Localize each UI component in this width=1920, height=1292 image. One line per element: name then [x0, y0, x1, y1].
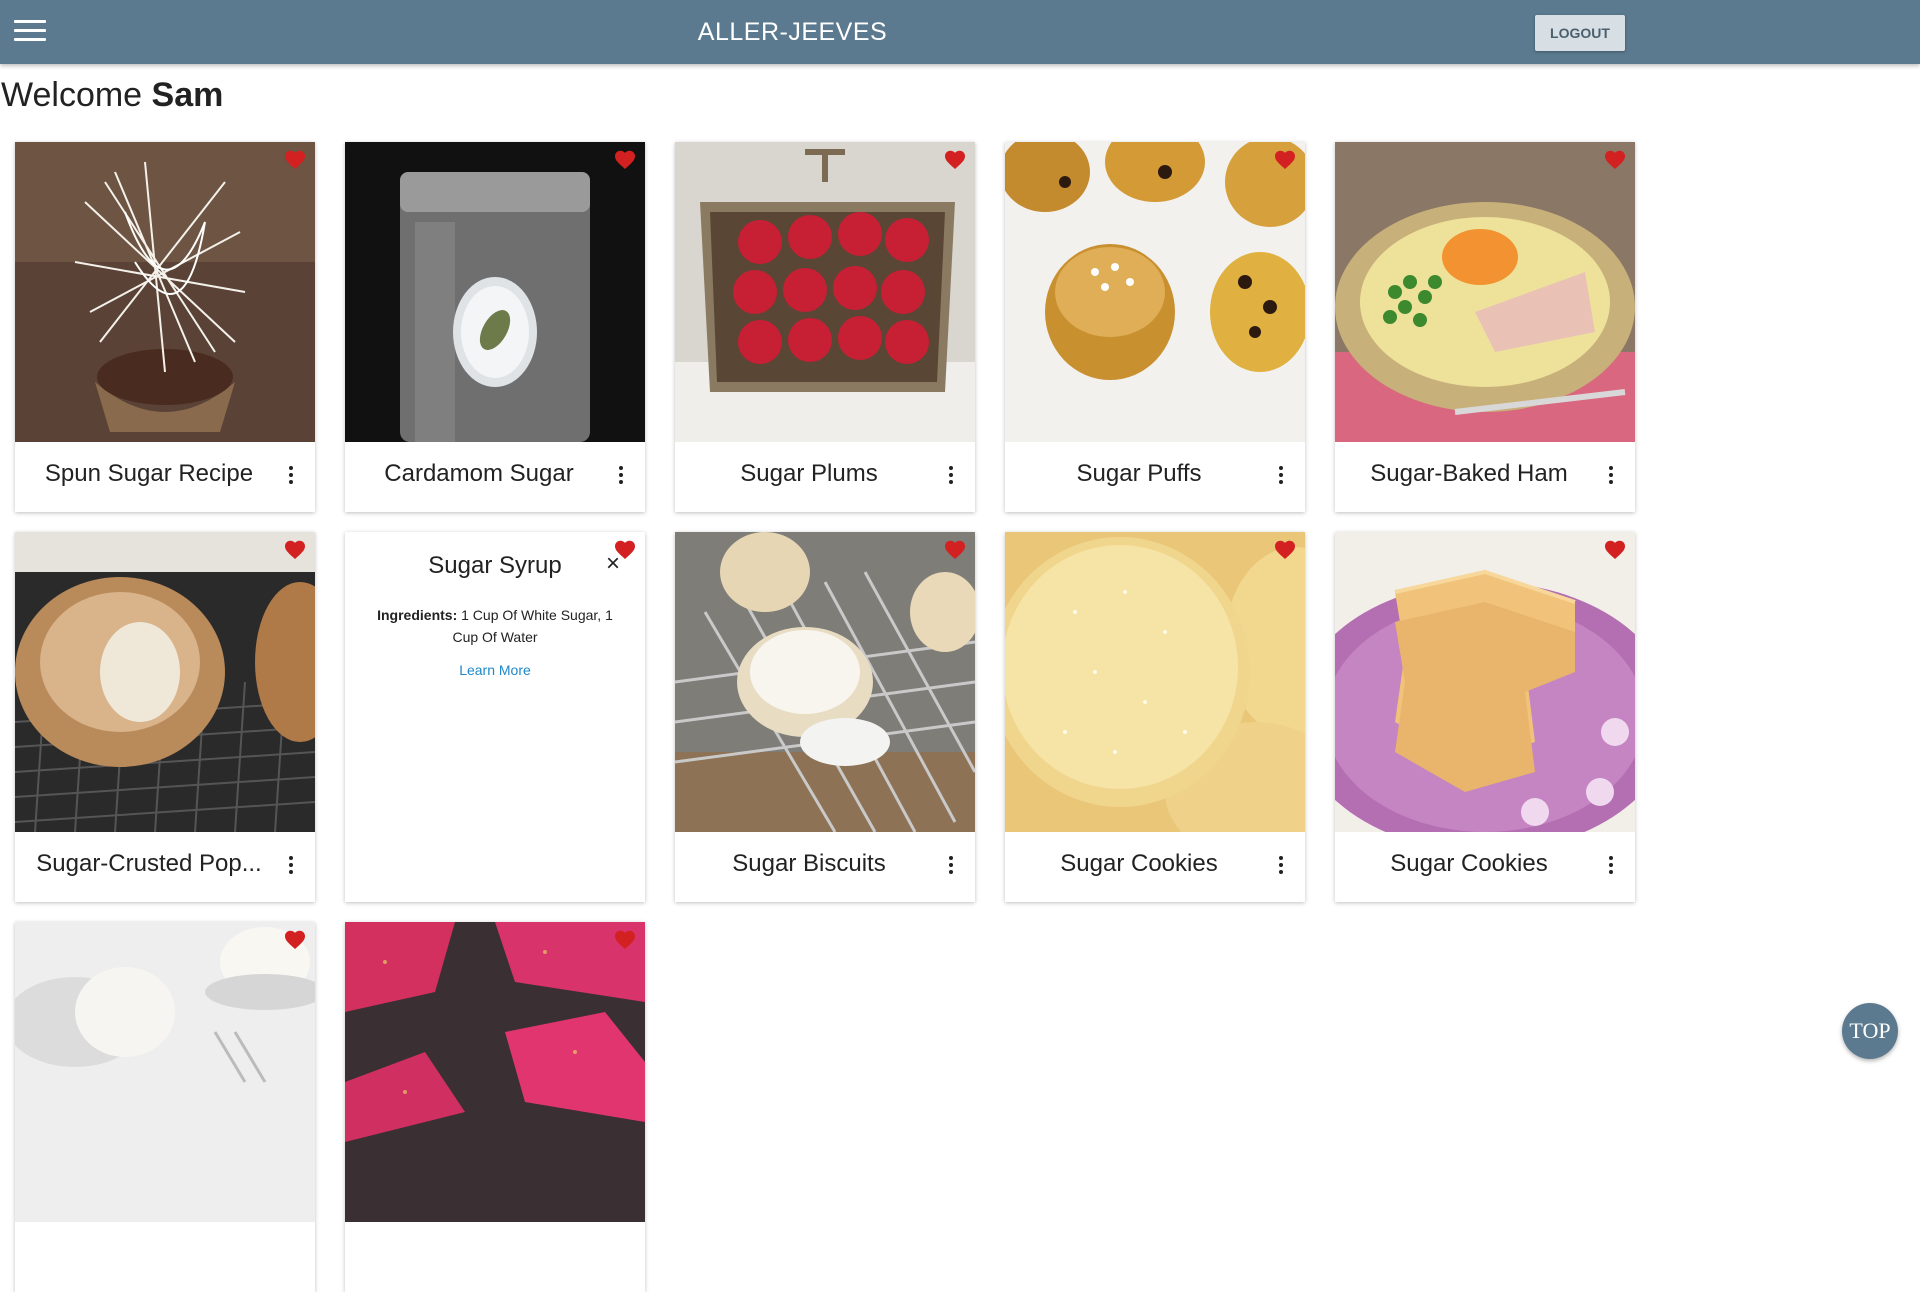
more-vert-icon[interactable] — [1273, 466, 1289, 492]
more-vert-icon[interactable] — [283, 856, 299, 882]
recipe-grid: Spun Sugar Recipe Cardamom Sugar Sugar P… — [15, 142, 1665, 1292]
recipe-image-sugar-puffs[interactable] — [1005, 142, 1305, 442]
more-vert-icon[interactable] — [283, 466, 299, 492]
recipe-title: Sugar Syrup — [428, 552, 562, 579]
recipe-card[interactable] — [345, 922, 645, 1292]
favorite-heart-icon[interactable] — [1603, 148, 1627, 172]
more-vert-icon[interactable] — [943, 466, 959, 492]
more-vert-icon[interactable] — [1603, 466, 1619, 492]
ingredients-label: Ingredients: — [377, 607, 458, 623]
recipe-title: Cardamom Sugar — [384, 460, 574, 487]
close-icon[interactable]: × — [603, 552, 623, 576]
favorite-heart-icon[interactable] — [1603, 538, 1627, 562]
recipe-title: Sugar-Crusted Pop... — [36, 850, 262, 877]
scroll-to-top-button[interactable]: TOP — [1842, 1003, 1898, 1059]
app-title: ALLER-JEEVES — [697, 18, 888, 46]
recipe-title: Sugar Cookies — [1060, 850, 1218, 877]
more-vert-icon[interactable] — [1603, 856, 1619, 882]
favorite-heart-icon[interactable] — [283, 928, 307, 952]
welcome-username: Sam — [151, 76, 224, 114]
ingredients-text: 1 Cup Of White Sugar, 1 Cup Of Water — [452, 607, 613, 645]
recipe-card[interactable]: Sugar Biscuits — [675, 532, 975, 902]
recipe-image-sugar-biscuits[interactable] — [675, 532, 975, 832]
favorite-heart-icon[interactable] — [283, 538, 307, 562]
recipe-title: Spun Sugar Recipe — [44, 460, 254, 487]
recipe-card[interactable]: Sugar-Crusted Pop... — [15, 532, 315, 902]
app-header: ALLER-JEEVES LOGOUT — [0, 0, 1920, 64]
more-vert-icon[interactable] — [1273, 856, 1289, 882]
recipe-image-sugar-plums[interactable] — [675, 142, 975, 442]
recipe-image-partial-2[interactable] — [345, 922, 645, 1222]
recipe-card[interactable]: Sugar Plums — [675, 142, 975, 512]
favorite-heart-icon[interactable] — [943, 148, 967, 172]
recipe-card[interactable]: Sugar Puffs — [1005, 142, 1305, 512]
recipe-card-revealed[interactable]: Sugar Syrup × Ingredients: 1 Cup Of Whit… — [345, 532, 645, 902]
favorite-heart-icon[interactable] — [613, 148, 637, 172]
favorite-heart-icon[interactable] — [943, 538, 967, 562]
recipe-title: Sugar-Baked Ham — [1370, 460, 1568, 487]
recipe-image-sugar-cookies-1[interactable] — [1005, 532, 1305, 832]
recipe-image-sugar-crusted-popovers[interactable] — [15, 532, 315, 832]
recipe-card[interactable] — [15, 922, 315, 1292]
recipe-card[interactable]: Spun Sugar Recipe — [15, 142, 315, 512]
logout-button[interactable]: LOGOUT — [1535, 15, 1625, 51]
recipe-title: Sugar Plums — [740, 460, 878, 487]
recipe-card[interactable]: Sugar-Baked Ham — [1335, 142, 1635, 512]
more-vert-icon[interactable] — [943, 856, 959, 882]
recipe-ingredients: Ingredients: 1 Cup Of White Sugar, 1 Cup… — [369, 604, 621, 648]
recipe-title: Sugar Biscuits — [732, 850, 886, 877]
recipe-image-sugar-baked-ham[interactable] — [1335, 142, 1635, 442]
recipe-card[interactable]: Cardamom Sugar — [345, 142, 645, 512]
recipe-title: Sugar Puffs — [1076, 460, 1202, 487]
welcome-greeting: Welcome — [1, 76, 143, 114]
recipe-image-spun-sugar[interactable] — [15, 142, 315, 442]
recipe-card[interactable]: Sugar Cookies — [1005, 532, 1305, 902]
learn-more-link[interactable]: Learn More — [345, 662, 645, 678]
recipe-image-partial-1[interactable] — [15, 922, 315, 1222]
favorite-heart-icon[interactable] — [1273, 538, 1297, 562]
recipe-image-sugar-cookies-2[interactable] — [1335, 532, 1635, 832]
favorite-heart-icon[interactable] — [613, 928, 637, 952]
welcome-heading: Welcome Sam — [1, 76, 223, 115]
recipe-title: Sugar Cookies — [1390, 850, 1548, 877]
recipe-image-cardamom-sugar[interactable] — [345, 142, 645, 442]
recipe-card[interactable]: Sugar Cookies — [1335, 532, 1635, 902]
favorite-heart-icon[interactable] — [283, 148, 307, 172]
more-vert-icon[interactable] — [613, 466, 629, 492]
favorite-heart-icon[interactable] — [1273, 148, 1297, 172]
